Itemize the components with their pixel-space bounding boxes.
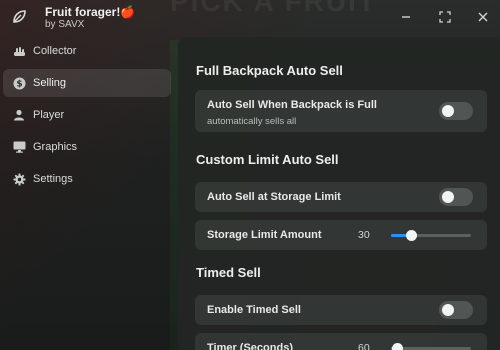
- sidebar-item-collector[interactable]: Collector: [3, 37, 171, 65]
- svg-text:$: $: [16, 79, 22, 89]
- sidebar-item-label: Graphics: [33, 141, 78, 153]
- row-description: automatically sells all: [207, 116, 297, 127]
- timed-sell-row[interactable]: Enable Timed Sell: [195, 295, 487, 325]
- timed-sell-toggle[interactable]: [439, 301, 473, 319]
- close-icon[interactable]: [475, 9, 491, 25]
- selling-panel: Full Backpack Auto Sell Auto Sell When B…: [178, 37, 500, 350]
- ui-window: Fruit forager!🍎 by SAVX Collector $ Sell…: [0, 0, 500, 350]
- hand-icon: [12, 44, 26, 58]
- auto-sell-backpack-row[interactable]: Auto Sell When Backpack is Full automati…: [195, 90, 487, 132]
- storage-limit-row: Storage Limit Amount 30: [195, 220, 487, 250]
- dollar-icon: $: [12, 76, 26, 90]
- toggle-knob: [442, 105, 454, 117]
- slider-thumb[interactable]: [392, 343, 403, 350]
- section-title: Timed Sell: [196, 265, 261, 280]
- window-header: Fruit forager!🍎 by SAVX: [0, 0, 500, 34]
- maximize-icon[interactable]: [437, 9, 453, 25]
- toggle-knob: [442, 304, 454, 316]
- gear-icon: [12, 172, 26, 186]
- sidebar-item-player[interactable]: Player: [3, 101, 171, 129]
- app-subtitle: by SAVX: [45, 19, 85, 30]
- leaf-logo-icon: [11, 9, 27, 25]
- sidebar-item-label: Player: [33, 109, 65, 121]
- auto-sell-limit-row[interactable]: Auto Sell at Storage Limit: [195, 182, 487, 212]
- minimize-icon[interactable]: [398, 9, 414, 25]
- sidebar-item-label: Collector: [33, 45, 77, 57]
- storage-limit-slider[interactable]: [391, 230, 471, 241]
- sidebar-item-label: Selling: [33, 77, 67, 89]
- user-icon: [12, 108, 26, 122]
- row-label: Auto Sell at Storage Limit: [207, 191, 341, 203]
- monitor-icon: [12, 140, 26, 154]
- app-title: Fruit forager!🍎: [45, 5, 136, 19]
- auto-sell-limit-toggle[interactable]: [439, 188, 473, 206]
- section-title: Full Backpack Auto Sell: [196, 63, 343, 78]
- sidebar-item-graphics[interactable]: Graphics: [3, 133, 171, 161]
- row-label: Enable Timed Sell: [207, 304, 301, 316]
- row-label: Auto Sell When Backpack is Full: [207, 99, 377, 111]
- slider-value: 60: [358, 342, 370, 350]
- slider-value: 30: [358, 229, 370, 241]
- section-title: Custom Limit Auto Sell: [196, 152, 339, 167]
- auto-sell-backpack-toggle[interactable]: [439, 102, 473, 120]
- row-label: Timer (Seconds): [207, 342, 293, 350]
- sidebar-item-selling[interactable]: $ Selling: [3, 69, 171, 97]
- slider-thumb[interactable]: [406, 230, 417, 241]
- toggle-knob: [442, 191, 454, 203]
- sidebar-item-label: Settings: [33, 173, 73, 185]
- sidebar-item-settings[interactable]: Settings: [3, 165, 171, 193]
- row-label: Storage Limit Amount: [207, 229, 322, 241]
- timer-seconds-row: Timer (Seconds) 60: [195, 333, 487, 350]
